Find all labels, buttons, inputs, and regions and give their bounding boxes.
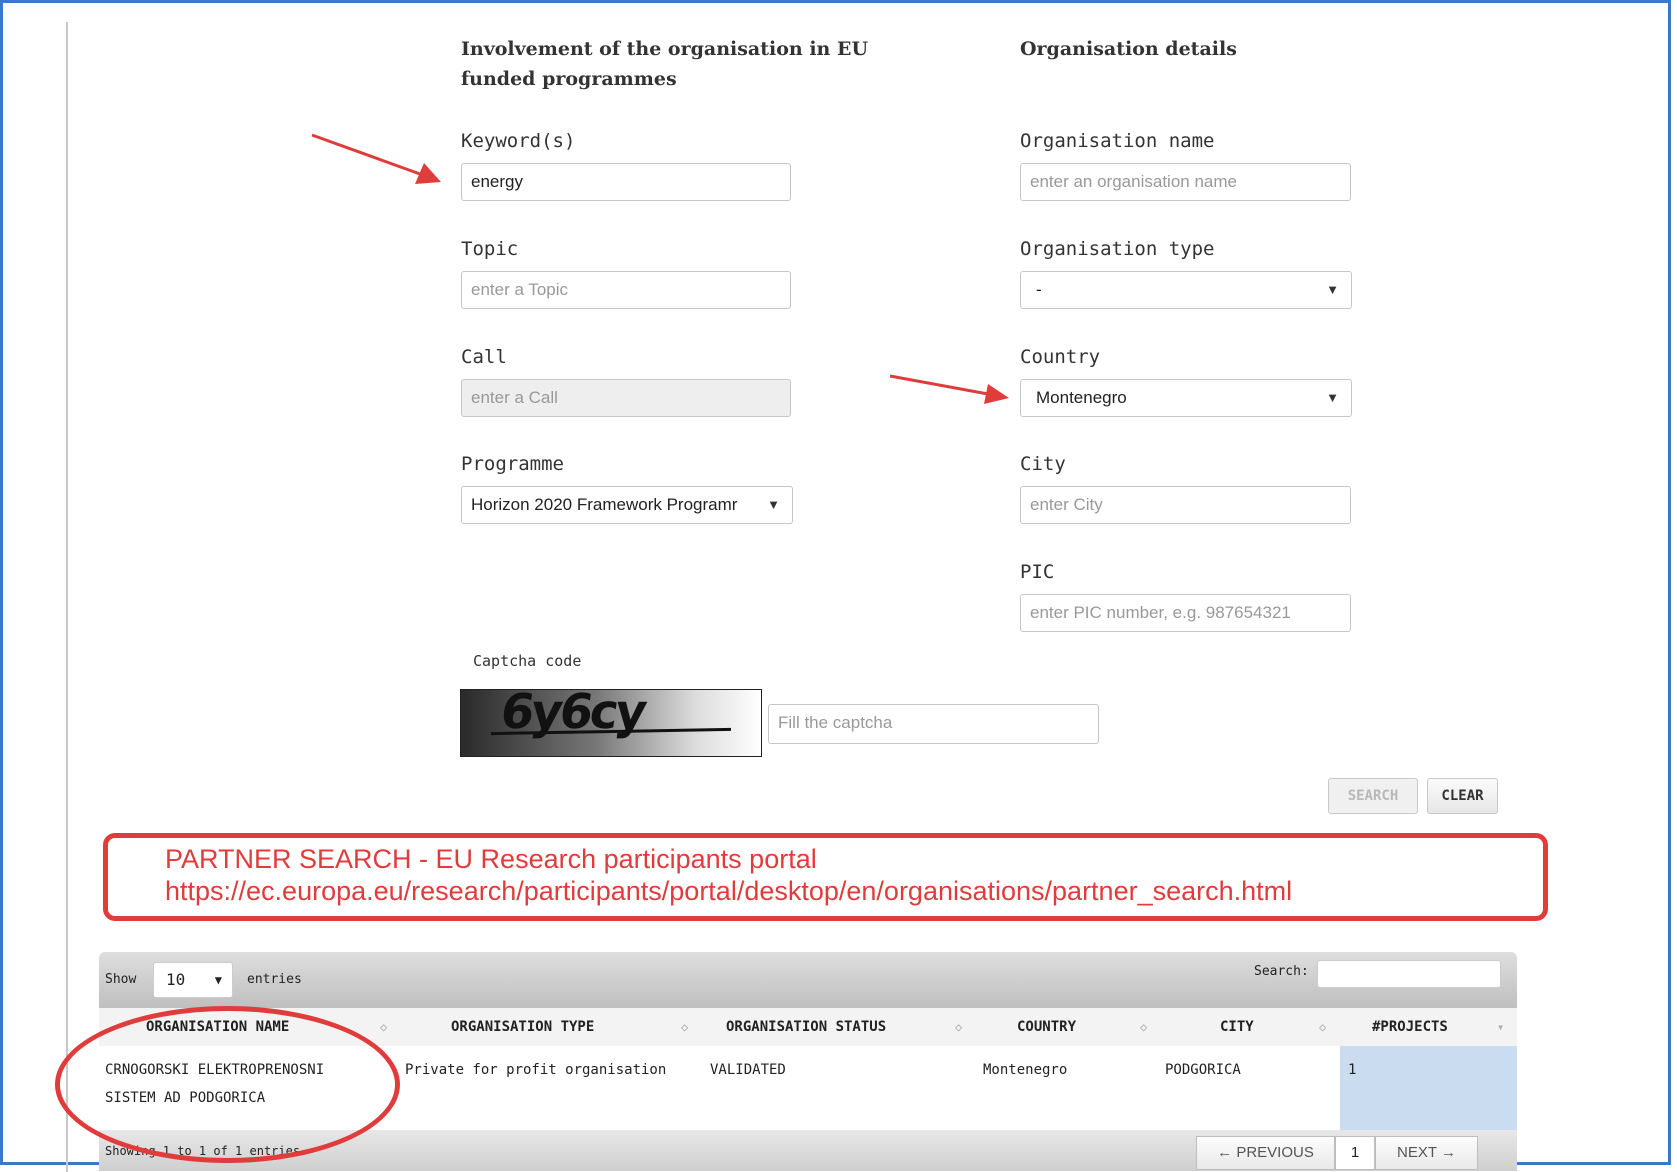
annotation-arrows [311,133,1009,404]
annotation-arrow [889,374,1009,404]
annotation-arrow [311,133,441,184]
